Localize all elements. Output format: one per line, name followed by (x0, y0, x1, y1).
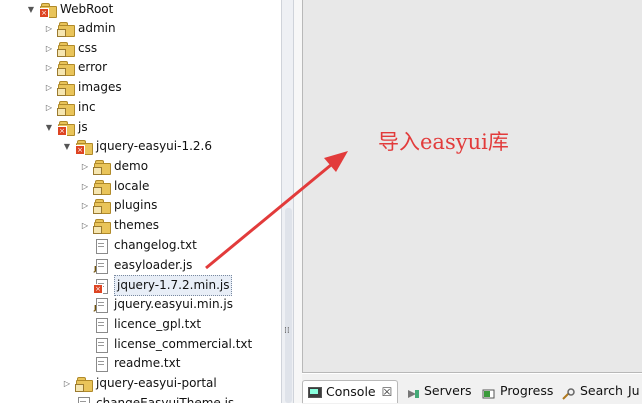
bottom-tab-bar: Console ☒ Servers Progress Search Ju (302, 373, 642, 404)
annotation-text: 导入easyui库 (378, 130, 509, 154)
console-icon (308, 386, 322, 398)
tab-overflow[interactable]: Ju (628, 380, 640, 402)
tab-progress-label: Progress (500, 383, 554, 398)
tab-console[interactable]: Console ☒ (302, 380, 399, 403)
annotation-arrow (205, 151, 348, 270)
tab-servers-label: Servers (424, 383, 472, 398)
tab-servers[interactable]: Servers (406, 380, 472, 402)
search-icon (562, 385, 576, 400)
progress-icon (482, 385, 496, 399)
tab-search-label: Search (580, 383, 623, 398)
tab-progress[interactable]: Progress (482, 380, 553, 402)
tab-console-label: Console (326, 384, 376, 399)
close-icon[interactable]: ☒ (382, 381, 393, 403)
tab-overflow-label: Ju (628, 383, 640, 398)
servers-icon (406, 385, 420, 398)
tab-search[interactable]: Search (562, 380, 623, 402)
